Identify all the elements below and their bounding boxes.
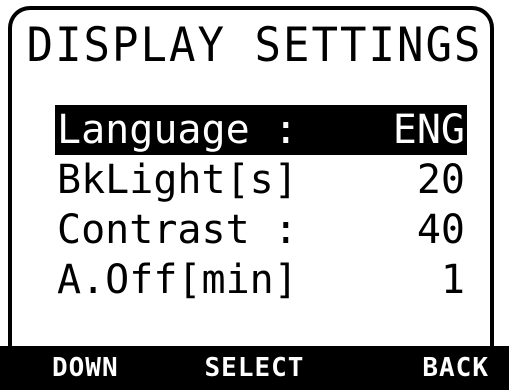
back-softkey[interactable]: BACK — [422, 346, 489, 390]
setting-label-language: Language : — [57, 107, 298, 153]
setting-value-language: ENG — [392, 107, 465, 153]
page-title: DISPLAY SETTINGS — [26, 17, 483, 73]
setting-row-backlight[interactable]: BkLight[s] 20 — [55, 155, 467, 205]
setting-label-auto-off: A.Off[min] — [57, 257, 298, 303]
softkey-bar: DOWN SELECT BACK — [0, 346, 509, 390]
setting-label-contrast: Contrast : — [57, 207, 298, 253]
setting-row-language[interactable]: Language : ENG — [55, 105, 467, 155]
setting-label-backlight: BkLight[s] — [57, 157, 298, 203]
display-settings-screen: DISPLAY SETTINGS Language : ENG BkLight[… — [0, 0, 509, 390]
settings-list: Language : ENG BkLight[s] 20 Contrast : … — [55, 105, 467, 305]
setting-row-contrast[interactable]: Contrast : 40 — [55, 205, 467, 255]
setting-value-contrast: 40 — [416, 207, 465, 253]
setting-row-auto-off[interactable]: A.Off[min] 1 — [55, 255, 467, 305]
setting-value-auto-off: 1 — [440, 257, 465, 303]
setting-value-backlight: 20 — [416, 157, 465, 203]
